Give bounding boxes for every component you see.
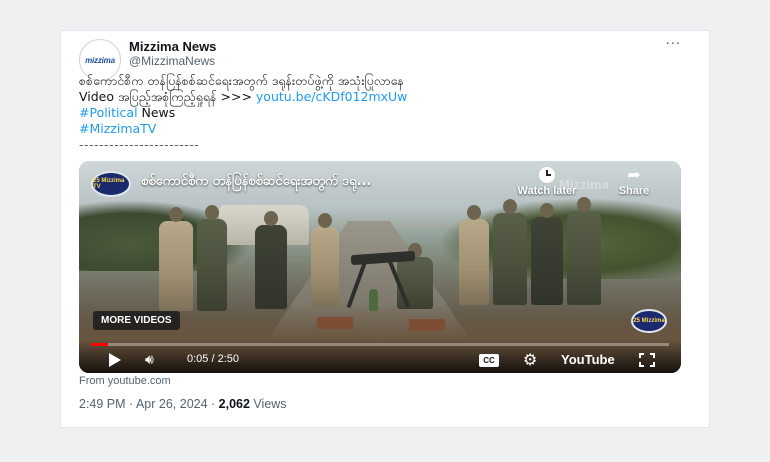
- channel-badge-text: 25 Mizzima: [633, 318, 665, 324]
- video-thumbnail-soldier: [531, 217, 563, 305]
- tweet-line-4: #MizzimaTV: [79, 121, 679, 137]
- video-thumbnail-soldier: [567, 211, 601, 305]
- gear-icon[interactable]: ⚙: [523, 351, 537, 369]
- progress-bar[interactable]: [91, 343, 669, 346]
- clock-icon: [539, 167, 555, 183]
- play-icon[interactable]: [109, 353, 121, 367]
- channel-badge: 25 Mizzima: [631, 309, 667, 333]
- watch-later-button[interactable]: Watch later: [507, 167, 587, 197]
- link-source[interactable]: From youtube.com: [79, 375, 171, 387]
- youtube-logo[interactable]: YouTube: [561, 352, 615, 367]
- video-thumbnail-soldier: [493, 213, 527, 305]
- tweet-divider: ------------------------: [79, 137, 200, 152]
- page-background: mizzima Mizzima News @MizzimaNews ··· စစ…: [0, 0, 770, 462]
- share-arrow-icon: ➦: [627, 165, 641, 184]
- progress-fill: [91, 343, 109, 346]
- avatar-logo-text: mizzima: [85, 55, 115, 65]
- tweet-text: စစ်ကောင်စီက တန်ပြန်စစ်ဆင်ရေးအတွက် ဒရုန်း…: [79, 73, 679, 153]
- video-thumbnail-soldier: [197, 219, 227, 311]
- captions-icon[interactable]: CC: [479, 354, 499, 367]
- tweet-card[interactable]: mizzima Mizzima News @MizzimaNews ··· စစ…: [60, 30, 710, 428]
- fullscreen-icon[interactable]: [639, 353, 655, 367]
- tweet-timestamp[interactable]: 2:49 PM · Apr 26, 2024 ·: [79, 397, 219, 411]
- channel-logo[interactable]: 25 Mizzima TV: [91, 171, 131, 197]
- watch-later-label: Watch later: [517, 185, 577, 197]
- youtube-link[interactable]: youtu.be/cKDf012mxUw: [256, 89, 408, 104]
- video-thumbnail-mortar: [341, 249, 421, 309]
- video-time: 0:05 / 2:50: [187, 353, 239, 365]
- video-thumbnail-soldier: [255, 225, 287, 309]
- video-thumbnail-soldier: [459, 219, 489, 305]
- volume-icon[interactable]: 🔊︎: [145, 351, 154, 369]
- tweet-line-2: Video အပြည့်အစုံကြည့်ရှုရန် >>> youtu.be…: [79, 89, 679, 105]
- hashtag-political[interactable]: #Political: [79, 105, 138, 120]
- video-controls: 🔊︎ 0:05 / 2:50 CC ⚙ YouTube: [79, 339, 681, 373]
- video-thumbnail-bricks: [409, 319, 445, 331]
- video-thumbnail-shell: [369, 289, 378, 311]
- channel-logo-text: 25 Mizzima TV: [93, 178, 125, 190]
- video-embed[interactable]: 25 Mizzima TV စစ်ကောင်စီက တန်ပြန်စစ်ဆင်ရ…: [79, 161, 681, 373]
- display-name[interactable]: Mizzima News: [129, 39, 216, 54]
- account-handle[interactable]: @MizzimaNews: [129, 54, 215, 68]
- tweet-line-3: #Political News: [79, 105, 679, 121]
- share-label: Share: [618, 185, 650, 197]
- views-count: 2,062: [218, 397, 250, 411]
- video-title[interactable]: စစ်ကောင်စီက တန်ပြန်စစ်ဆင်ရေးအတွက် ဒရု...: [141, 173, 371, 192]
- hashtag-suffix: News: [137, 105, 176, 120]
- video-thumbnail-soldier: [159, 221, 193, 311]
- tweet-line-1: စစ်ကောင်စီက တန်ပြန်စစ်ဆင်ရေးအတွက် ဒရုန်း…: [79, 73, 404, 88]
- tweet-line-2-text: Video အပြည့်အစုံကြည့်ရှုရန် >>>: [79, 89, 256, 104]
- more-videos-button[interactable]: MORE VIDEOS: [93, 311, 180, 330]
- views-label: Views: [249, 397, 287, 411]
- share-button[interactable]: ➦ Share: [609, 165, 659, 198]
- video-thumbnail-bricks: [317, 317, 353, 329]
- tweet-meta: 2:49 PM · Apr 26, 2024 · 2,062 Views: [79, 397, 287, 411]
- video-thumbnail-soldier: [311, 227, 339, 307]
- more-options-icon[interactable]: ···: [666, 37, 681, 52]
- hashtag-mizzimatv[interactable]: #MizzimaTV: [79, 121, 156, 136]
